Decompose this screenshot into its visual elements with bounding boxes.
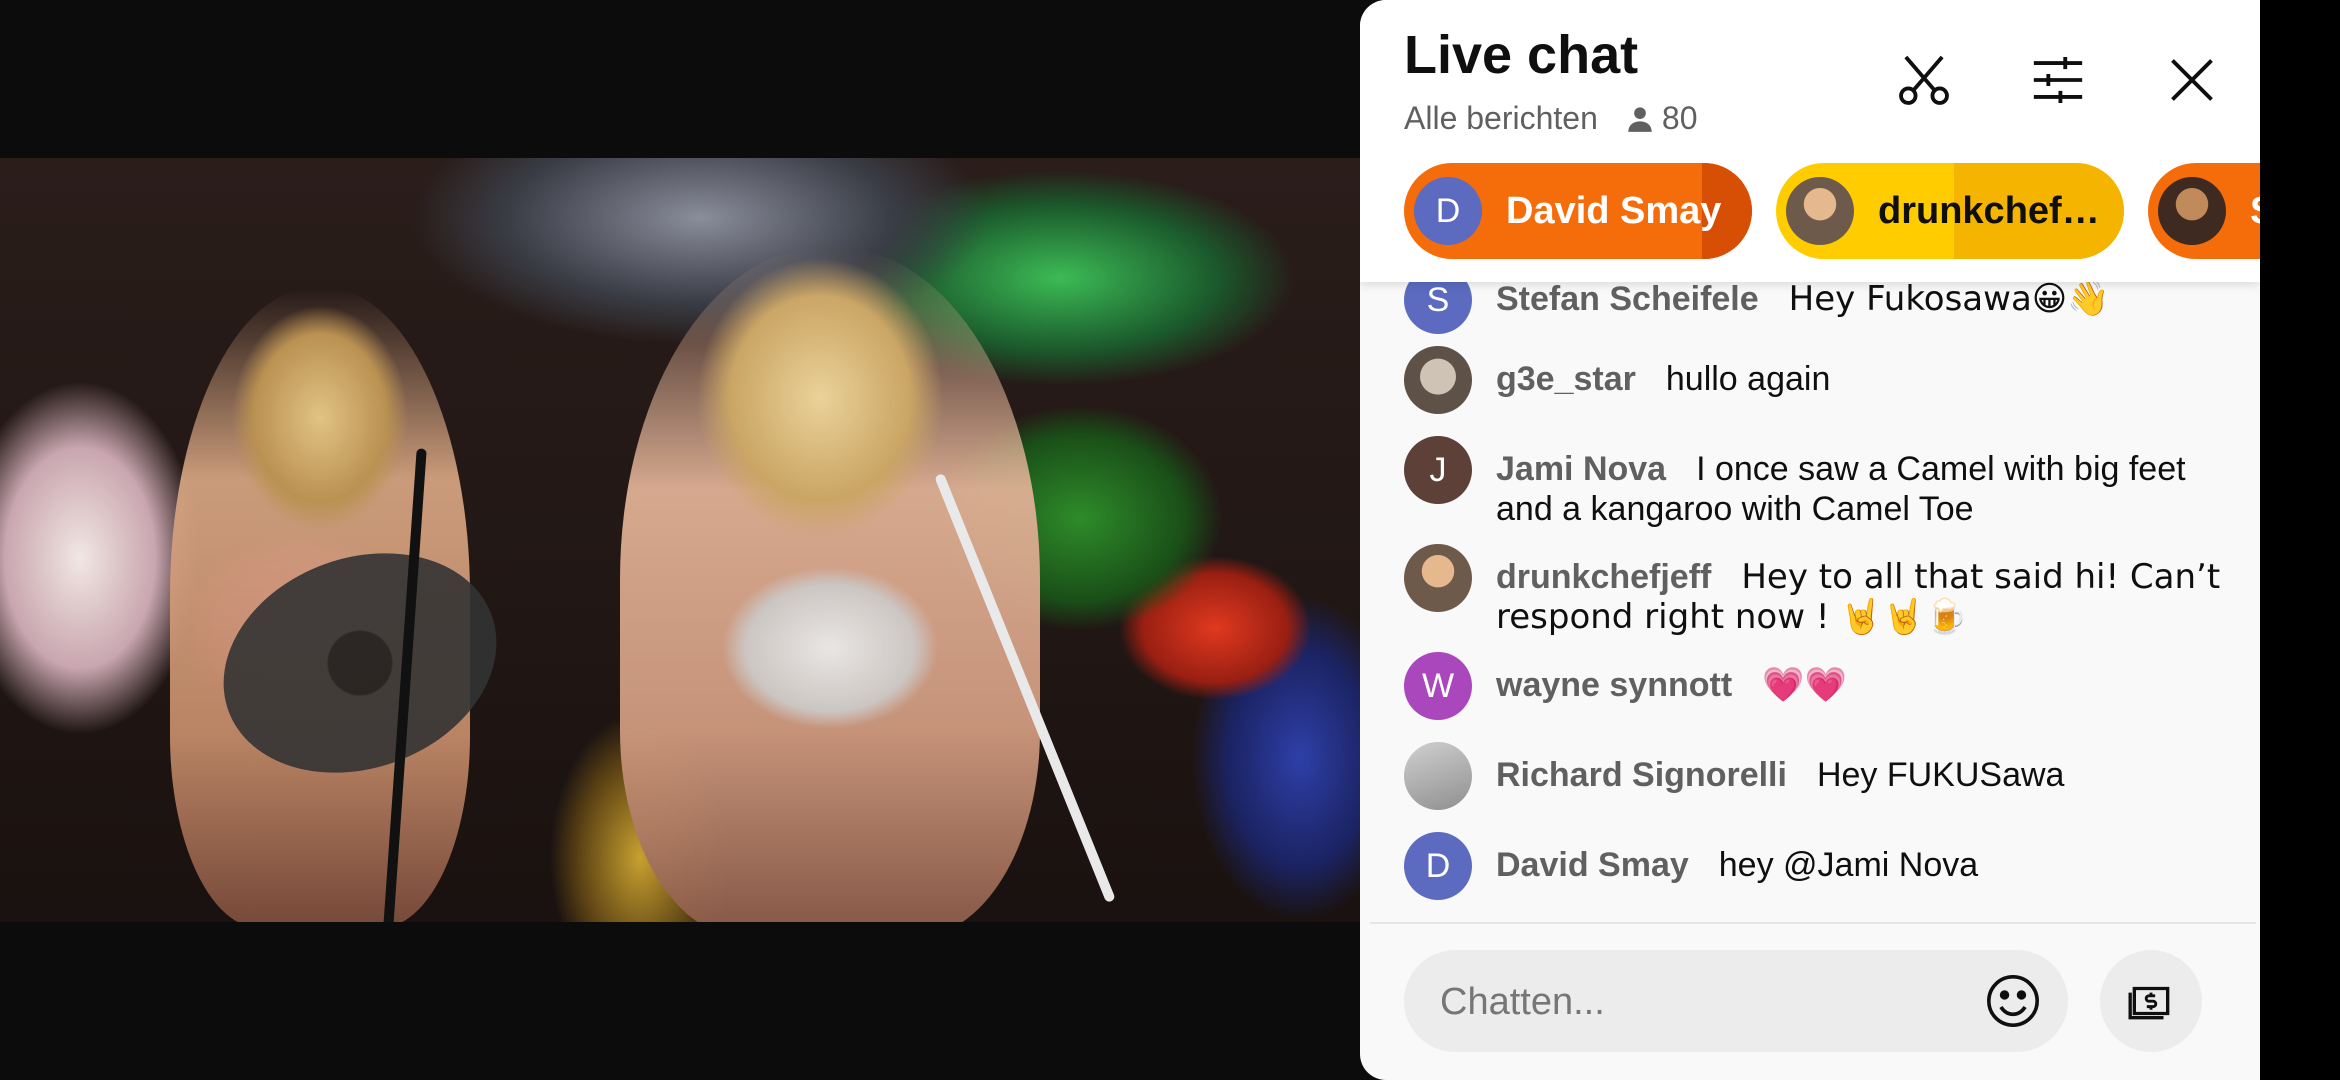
super-chat-button[interactable] [2100,950,2202,1052]
dollar-icon [2128,986,2170,1020]
message-text: hullo again [1665,360,1831,398]
pinned-chip-name: drunkchef… [1878,189,2100,232]
chat-message[interactable]: drunkchefjeff Hey to all that said hi! Ca… [1404,544,2224,637]
pinned-chip[interactable]: drunkchef… [1776,163,2124,259]
live-chat-panel: Live chat Alle berichten 80 D David Smay… [1360,0,2260,1080]
chat-subtitle[interactable]: Alle berichten 80 [1404,100,1697,137]
avatar[interactable] [1404,544,1472,612]
avatar[interactable]: D [1404,832,1472,900]
video-player[interactable] [0,0,1380,1080]
chat-input[interactable] [1438,950,1962,1054]
scissors-icon [1899,55,1949,105]
clip-button[interactable] [1892,48,1956,112]
screen-edge [2260,0,2340,1080]
avatar [2158,177,2226,245]
message-text: Hey FUKUSawa [1816,756,2065,794]
chat-message[interactable]: Richard Signorelli Hey FUKUSawa [1404,742,2224,810]
close-icon [2171,59,2213,101]
message-text: hey @Jami Nova [1718,846,1979,884]
chat-message[interactable]: g3e_star hullo again [1404,346,2224,414]
message-text: 💗💗 [1762,665,1847,705]
chat-message[interactable]: D David Smay hey @Jami Nova [1404,832,2224,900]
filter-button[interactable] [2026,48,2090,112]
divider [1370,922,2256,924]
pinned-chip-name: David Smay [1506,189,1722,232]
chat-mode-label[interactable]: Alle berichten [1404,100,1598,137]
avatar[interactable]: J [1404,436,1472,504]
video-frame[interactable] [0,158,1360,922]
viewer-count-value: 80 [1661,100,1698,136]
message-author[interactable]: Jami Nova [1496,450,1666,488]
message-author[interactable]: g3e_star [1496,360,1636,398]
pinned-supporters: D David Smay drunkchef… S [1404,163,2260,259]
chat-title: Live chat [1404,25,1639,85]
emoji-icon[interactable] [1984,972,2042,1030]
chat-messages[interactable]: S Stefan Scheifele Hey Fukosawa😀👋 g3e_sta… [1360,260,2260,920]
avatar[interactable] [1404,742,1472,810]
avatar [1786,177,1854,245]
chat-message[interactable]: W wayne synnott 💗💗 [1404,652,2224,720]
message-text: Hey Fukosawa😀👋 [1788,279,2110,319]
chat-header: Live chat Alle berichten 80 D David Smay… [1360,0,2260,282]
pinned-chip-name: S [2250,190,2260,233]
person-icon [1628,106,1652,132]
viewer-count: 80 [1626,100,1698,137]
avatar: D [1414,177,1482,245]
message-author[interactable]: Richard Signorelli [1496,756,1787,794]
pinned-chip[interactable]: S [2148,163,2260,259]
sliders-icon [2033,57,2083,103]
message-author[interactable]: Stefan Scheifele [1496,280,1759,318]
close-chat-button[interactable] [2160,48,2224,112]
avatar[interactable]: W [1404,652,1472,720]
avatar[interactable] [1404,346,1472,414]
message-author[interactable]: wayne synnott [1496,666,1732,704]
message-author[interactable]: drunkchefjeff [1496,558,1711,596]
chat-message[interactable]: J Jami Nova I once saw a Camel with big f… [1404,436,2224,529]
pinned-chip[interactable]: D David Smay [1404,163,1752,259]
message-author[interactable]: David Smay [1496,846,1689,884]
chat-input-box[interactable] [1404,950,2068,1054]
